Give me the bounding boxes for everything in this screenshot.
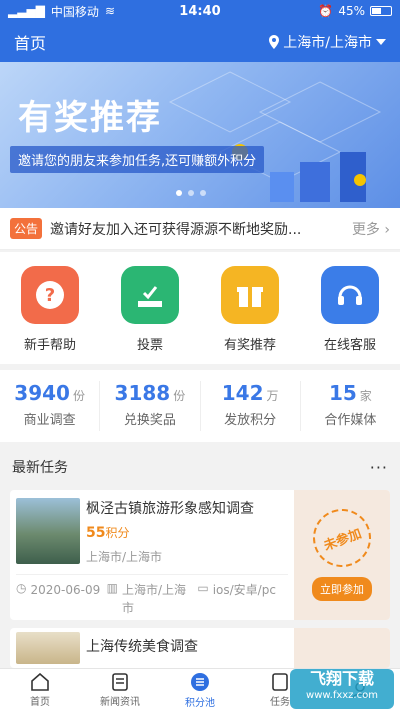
stat-value: 3188 [114,381,171,405]
stat-unit: 家 [359,389,372,403]
nav-bar: 首页 上海市/上海市 [0,22,400,62]
quick-item-help[interactable]: ? 新手帮助 [0,252,100,364]
watermark-logo: 飞翔下载 www.fxxz.com [290,669,394,709]
home-icon [31,672,49,691]
vote-icon [121,266,179,324]
promo-banner[interactable]: 有奖推荐 邀请您的朋友来参加任务,还可赚额外积分 [0,62,400,208]
stat-value: 3940 [14,381,70,405]
task-area-value: 上海市/上海市 [122,583,187,615]
location-label: 上海市/上海市 [283,35,372,51]
task-date-value: 2020-06-09 [30,583,101,597]
stat-points[interactable]: 142 万 发放积分 [201,381,301,431]
announcement-bar[interactable]: 公告 邀请好友加入还可获得源源不断地奖励... 更多 › [0,208,400,250]
task-platform: ▭ ios/安卓/pc [197,581,288,617]
watermark-text: 飞翔下载 [309,669,374,688]
stat-value: 15 [328,381,357,405]
device-icon: ▭ [197,581,209,595]
clock-icon: ◷ [16,581,27,595]
stat-media[interactable]: 15 家 合作媒体 [301,381,400,431]
quick-item-support[interactable]: 在线客服 [300,252,400,364]
task-card[interactable]: 枫泾古镇旅游形象感知调查 55积分 上海市/上海市 ◷ 2020-06-09 ▥… [10,490,390,620]
stats-row: 3940 份 商业调查 3188 份 兑换奖品 142 万 发放积分 15 家 合作媒体 [0,370,400,442]
status-bar: ▂▃▅▇ 中国移动 ≋ 14:40 ⏰ 45% [0,0,400,22]
alarm-icon: ⏰ [318,4,334,18]
quick-item-referral[interactable]: 有奖推荐 [200,252,300,364]
task-area: ▥ 上海市/上海市 [107,581,198,617]
stat-unit: 份 [72,389,85,403]
status-stamp: 未参加 [304,500,380,576]
quick-actions: ? 新手帮助 投票 有奖推荐 在线客服 [0,252,400,364]
task-meta: ◷ 2020-06-09 ▥ 上海市/上海市 ▭ ios/安卓/pc [16,574,288,617]
task-status-panel [294,628,390,668]
stat-surveys[interactable]: 3940 份 商业调查 [0,381,101,431]
points-value: 55 [86,525,106,541]
more-options-icon[interactable]: ··· [370,458,388,477]
page-title: 首页 [14,34,47,53]
banner-title: 有奖推荐 [18,98,162,138]
more-link[interactable]: 更多 › [352,219,390,239]
task-date: ◷ 2020-06-09 [16,581,107,617]
latest-tasks-header: 最新任务 ··· [0,448,400,486]
task-title: 枫泾古镇旅游形象感知调查 [86,501,254,517]
section-title: 最新任务 [12,460,68,476]
signal-icon: ▂▃▅▇ [8,4,45,18]
task-icon [272,672,288,691]
task-points: 55积分 [86,524,130,541]
tab-points-pool[interactable]: 积分池 [160,669,240,711]
tab-home[interactable]: 首页 [0,669,80,711]
tab-label: 任务 [270,696,290,708]
coin-stack-icon [191,672,209,691]
watermark-url: www.fxxz.com [306,690,378,701]
task-thumbnail [16,632,80,664]
task-card[interactable]: 上海传统美食调查 [10,628,390,668]
stat-label: 兑换奖品 [123,413,176,428]
carousel-dot[interactable] [200,190,206,196]
tab-label: 积分池 [185,697,215,709]
quick-item-label: 新手帮助 [23,338,76,353]
task-thumbnail [16,498,80,564]
tab-label: 新闻资讯 [100,696,140,708]
task-platform-value: ios/安卓/pc [212,583,276,597]
headset-icon [321,266,379,324]
location-selector[interactable]: 上海市/上海市 [269,32,386,52]
quick-item-vote[interactable]: 投票 [100,252,200,364]
battery-icon [370,6,392,16]
svg-text:?: ? [45,285,55,306]
chevron-down-icon [376,39,386,45]
stat-label: 发放积分 [224,413,277,428]
question-icon: ? [21,266,79,324]
task-location: 上海市/上海市 [86,550,163,564]
points-unit: 积分 [105,526,130,540]
tab-label: 首页 [30,696,50,708]
stat-value: 142 [221,381,264,405]
status-time: 14:40 [179,3,221,19]
quick-item-label: 有奖推荐 [223,338,276,353]
stat-prizes[interactable]: 3188 份 兑换奖品 [100,381,201,431]
carousel-dot[interactable] [176,190,182,196]
tab-news[interactable]: 新闻资讯 [80,669,160,711]
announcement-tag: 公告 [10,218,43,239]
carousel-dot[interactable] [188,190,194,196]
stat-label: 合作媒体 [324,413,377,428]
quick-item-label: 在线客服 [323,338,376,353]
carousel-dots [176,190,206,196]
carrier-label: 中国移动 [50,4,99,19]
battery-percent: 45% [338,4,365,18]
join-button[interactable]: 立即参加 [312,577,372,601]
quick-item-label: 投票 [136,338,163,353]
news-icon [112,672,128,691]
location-pin-icon [269,35,280,49]
announcement-text: 邀请好友加入还可获得源源不断地奖励... [50,221,302,238]
stat-label: 商业调查 [23,413,76,428]
task-status-panel: 未参加 立即参加 [294,490,390,620]
banner-subtitle: 邀请您的朋友来参加任务,还可赚额外积分 [10,146,265,173]
stat-unit: 份 [173,389,186,403]
wifi-icon: ≋ [104,4,115,18]
more-label: 更多 [351,221,380,238]
stat-unit: 万 [266,389,279,403]
building-icon: ▥ [106,581,119,595]
task-title: 上海传统美食调查 [86,639,198,655]
gift-icon [221,266,279,324]
